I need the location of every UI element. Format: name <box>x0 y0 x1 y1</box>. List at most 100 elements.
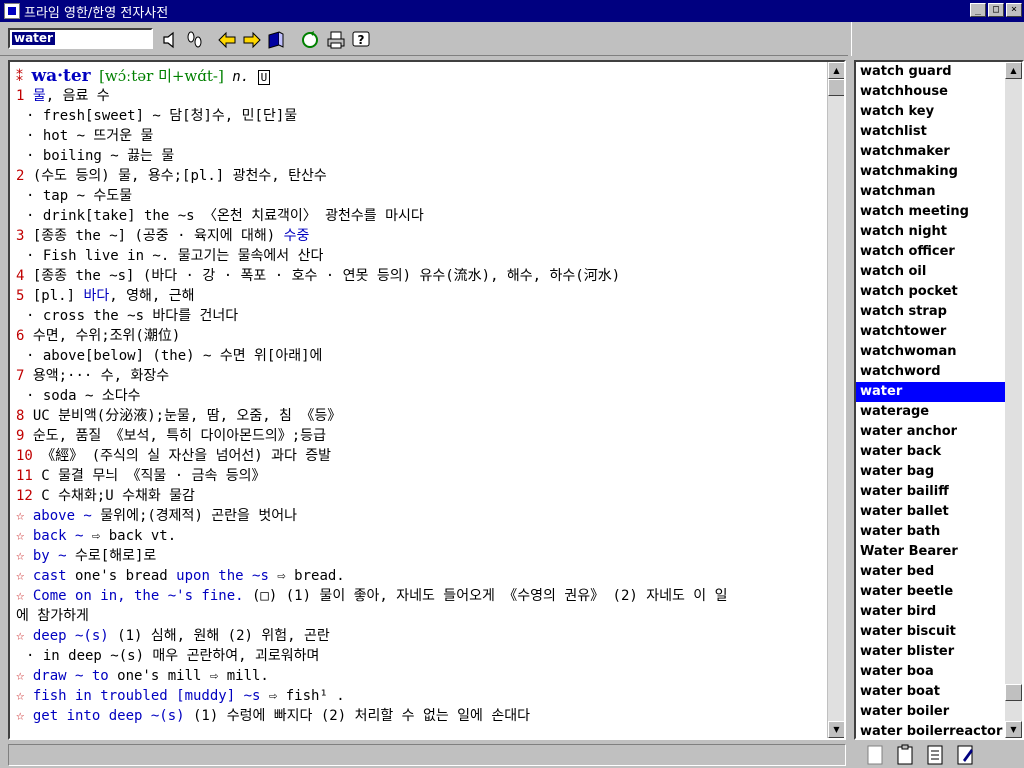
definition-line: ☆ draw ~ to one's mill ⇨ mill. <box>16 666 824 686</box>
scroll-down-icon[interactable]: ▼ <box>828 721 844 738</box>
edit-note-icon[interactable] <box>955 744 975 766</box>
word-list-item[interactable]: water boat <box>856 682 1009 702</box>
word-list-item[interactable]: watchmaker <box>856 142 1009 162</box>
clipboard-icon[interactable] <box>895 744 915 766</box>
definition-line: 5 [pl.] 바다, 영해, 근해 <box>16 286 824 306</box>
status-field <box>8 744 846 766</box>
definition-blue[interactable]: deep ~(s) <box>33 628 109 644</box>
blank-page-icon[interactable] <box>865 744 885 766</box>
definition-blue[interactable]: 수중 <box>284 228 310 244</box>
title-bar: 프라임 영한/한영 전자사전 _ □ × <box>0 0 1024 22</box>
definition-blue[interactable]: draw ~ to <box>33 668 109 684</box>
definition-blue[interactable]: Come on in, the ~'s fine. <box>33 588 244 604</box>
word-list-item[interactable]: water bailiff <box>856 482 1009 502</box>
status-bar <box>0 742 848 768</box>
word-list-item[interactable]: water boa <box>856 662 1009 682</box>
word-list-item[interactable]: water boilerreactor <box>856 722 1009 738</box>
word-list-item[interactable]: Water Bearer <box>856 542 1009 562</box>
close-button[interactable]: × <box>1006 3 1022 17</box>
definition-text: 순도, 품질 《보석, 특히 다이아몬드의》;등급 <box>24 428 326 444</box>
word-list-item[interactable]: water bird <box>856 602 1009 622</box>
word-list-item[interactable]: water bath <box>856 522 1009 542</box>
definition-line: 6 수면, 수위;조위(潮位) <box>16 326 824 346</box>
word-list-item[interactable]: watch officer <box>856 242 1009 262</box>
speaker-icon[interactable] <box>160 29 182 51</box>
word-list-item[interactable]: watch night <box>856 222 1009 242</box>
wordlist-scroll-thumb[interactable] <box>1005 684 1022 701</box>
maximize-button[interactable]: □ <box>988 3 1004 17</box>
word-list-item[interactable]: water blister <box>856 642 1009 662</box>
minimize-button[interactable]: _ <box>970 3 986 17</box>
scroll-up-icon[interactable]: ▲ <box>828 62 844 79</box>
word-list-item[interactable]: watch strap <box>856 302 1009 322</box>
definition-blue[interactable]: fish in troubled [muddy] ~s <box>33 688 261 704</box>
definition-blue[interactable]: 바다 <box>83 288 109 304</box>
definition-blue[interactable]: by ~ <box>33 548 67 564</box>
definition-num: 11 <box>16 468 33 484</box>
footprints-icon[interactable] <box>184 29 206 51</box>
countability-badge: U <box>257 70 271 85</box>
word-list-item[interactable]: water <box>856 382 1009 402</box>
word-list-item[interactable]: water boiler <box>856 702 1009 722</box>
word-list-item[interactable]: watchman <box>856 182 1009 202</box>
notes-icon[interactable] <box>925 744 945 766</box>
word-list-item[interactable]: water bag <box>856 462 1009 482</box>
definition-blue[interactable]: get into deep ~(s) <box>33 708 185 724</box>
entry-marker-icon: ⁑ <box>16 69 32 85</box>
help-icon[interactable]: ? <box>350 29 372 51</box>
definition-num: 12 <box>16 488 33 504</box>
print-icon[interactable] <box>325 29 347 51</box>
word-list-item[interactable]: watch oil <box>856 262 1009 282</box>
idiom-star-icon: ☆ <box>16 708 33 724</box>
definition-line: · hot ~ 뜨거운 물 <box>16 126 824 146</box>
definition-num: 10 <box>16 448 33 464</box>
word-list-item[interactable]: water back <box>856 442 1009 462</box>
definition-blue2[interactable]: upon the ~s <box>176 568 269 584</box>
word-list-item[interactable]: waterage <box>856 402 1009 422</box>
definition-blue[interactable]: above ~ <box>33 508 92 524</box>
word-list-item[interactable]: water anchor <box>856 422 1009 442</box>
book-icon[interactable] <box>265 29 287 51</box>
word-list-item[interactable]: watch guard <box>856 62 1009 82</box>
word-list-item[interactable]: water beetle <box>856 582 1009 602</box>
definition-panel[interactable]: ⁑ wa·ter [wɔ́ːtər 미+wɑ́t-] n. U 1 물, 음료 … <box>8 60 846 740</box>
back-arrow-icon[interactable] <box>216 29 238 51</box>
word-list-item[interactable]: watchtower <box>856 322 1009 342</box>
wordlist-scroll-down-icon[interactable]: ▼ <box>1005 721 1022 738</box>
definition-line: 4 [종종 the ~s] (바다 · 강 · 폭포 · 호수 · 연못 등의)… <box>16 266 824 286</box>
word-list-item[interactable]: watchlist <box>856 122 1009 142</box>
idiom-star-icon: ☆ <box>16 688 33 704</box>
definition-text: · drink[take] the ~s 〈온천 치료객이〉 광천수를 마시다 <box>26 208 424 224</box>
word-list-item[interactable]: watch meeting <box>856 202 1009 222</box>
word-list-item[interactable]: watchhouse <box>856 82 1009 102</box>
word-list-item[interactable]: watchword <box>856 362 1009 382</box>
definition-line: ☆ above ~ 물위에;(경제적) 곤란을 벗어나 <box>16 506 824 526</box>
scroll-thumb[interactable] <box>828 79 844 96</box>
definition-blue[interactable]: 물 <box>33 88 46 104</box>
definition-text: 에 참가하게 <box>16 608 89 624</box>
word-list-item[interactable]: watch pocket <box>856 282 1009 302</box>
word-list-item[interactable]: watchwoman <box>856 342 1009 362</box>
refresh-icon[interactable] <box>299 29 321 51</box>
definition-text: C 수채화;U 수채화 물감 <box>32 488 195 504</box>
definition-blue[interactable]: cast <box>33 568 67 584</box>
word-list-item[interactable]: watch key <box>856 102 1009 122</box>
definition-text: · cross the ~s 바다를 건너다 <box>26 308 239 324</box>
search-input[interactable]: water <box>8 28 153 49</box>
search-input-value[interactable]: water <box>12 32 55 45</box>
definition-line: · cross the ~s 바다를 건너다 <box>16 306 824 326</box>
wordlist-scrollbar[interactable]: ▲ ▼ <box>1005 62 1022 738</box>
definition-scrollbar[interactable]: ▲ ▼ <box>827 62 844 738</box>
definition-blue[interactable]: back ~ <box>33 528 84 544</box>
definition-text: C 물결 무늬 《직물 · 금속 등의》 <box>32 468 266 484</box>
forward-arrow-icon[interactable] <box>241 29 263 51</box>
word-list-item[interactable]: water ballet <box>856 502 1009 522</box>
word-list-item[interactable]: watchmaking <box>856 162 1009 182</box>
wordlist-scroll-up-icon[interactable]: ▲ <box>1005 62 1022 79</box>
definition-line: 3 [종종 the ~] (공중 · 육지에 대해) 수중 <box>16 226 824 246</box>
word-list-item[interactable]: water bed <box>856 562 1009 582</box>
word-list-panel[interactable]: watch guard watchhouse watch key watchlist w… <box>854 60 1024 740</box>
word-list-item[interactable]: water biscuit <box>856 622 1009 642</box>
definition-rest: , 음료 수 <box>45 88 110 104</box>
part-of-speech: n. <box>232 69 250 85</box>
